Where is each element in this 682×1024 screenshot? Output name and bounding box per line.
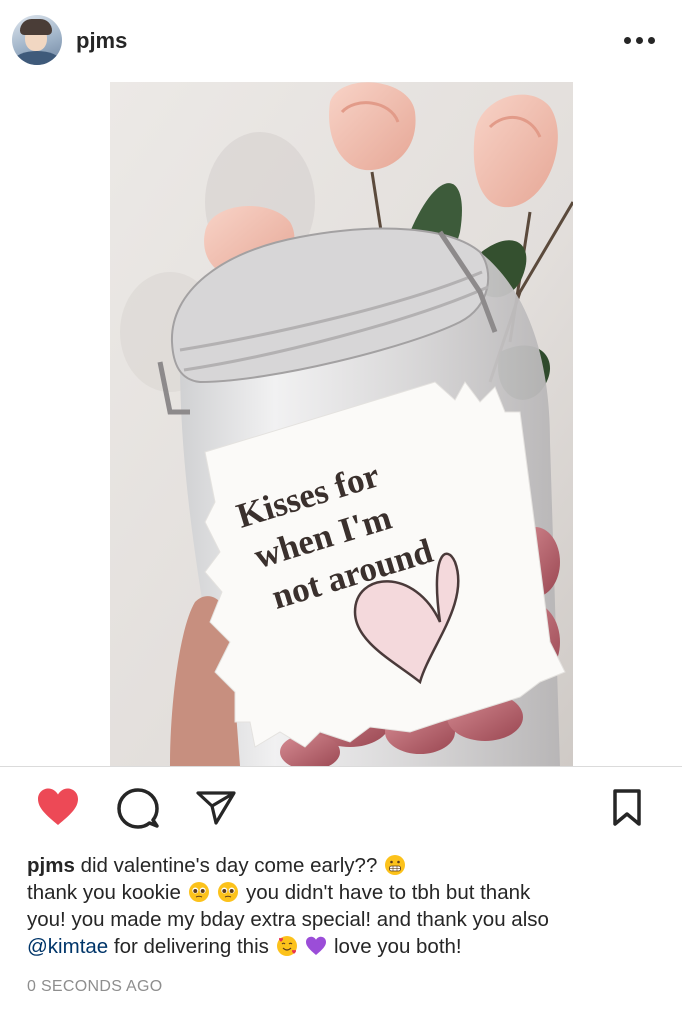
post-caption: pjms did valentine's day come early?? th… (27, 852, 667, 960)
smiling-face-with-hearts-icon (276, 936, 297, 956)
caption-text-2a: thank you kookie (27, 881, 181, 904)
caption-text-4b: love you both! (333, 935, 462, 958)
caption-text-1: did valentine's day come early?? (80, 854, 378, 877)
pleading-face-icon (218, 882, 239, 902)
heart-icon[interactable] (36, 787, 80, 827)
caption-text-4a: for delivering this (113, 935, 269, 958)
more-options-icon[interactable] (624, 37, 660, 47)
post-header: pjms (0, 0, 682, 82)
comment-icon[interactable] (116, 786, 160, 830)
action-bar (0, 780, 682, 836)
mention-link[interactable]: @kimtae (27, 935, 108, 958)
jar-photo-illustration: Kisses for when I'm not around (110, 82, 573, 766)
post-photo[interactable]: Kisses for when I'm not around (110, 82, 573, 766)
photo-divider (0, 766, 682, 767)
caption-line-4: @kimtae for delivering this love you bot… (27, 933, 667, 960)
post-photo-container: Kisses for when I'm not around (0, 82, 682, 766)
pleading-face-icon (188, 882, 209, 902)
bookmark-icon[interactable] (612, 788, 642, 828)
post-username[interactable]: pjms (76, 28, 127, 54)
caption-line-2: thank you kookie you didn't have to tbh … (27, 879, 667, 906)
caption-line-3: you! you made my bday extra special! and… (27, 908, 549, 931)
purple-heart-icon (306, 936, 327, 955)
caption-username[interactable]: pjms (27, 854, 75, 877)
caption-line-1: pjms did valentine's day come early?? (27, 852, 667, 879)
caption-text-2b: you didn't have to tbh but thank (245, 881, 531, 904)
post-timestamp[interactable]: 0 SECONDS AGO (27, 978, 163, 996)
avatar[interactable] (12, 15, 62, 65)
grimacing-face-icon (385, 855, 406, 875)
paper-plane-icon[interactable] (195, 789, 237, 827)
